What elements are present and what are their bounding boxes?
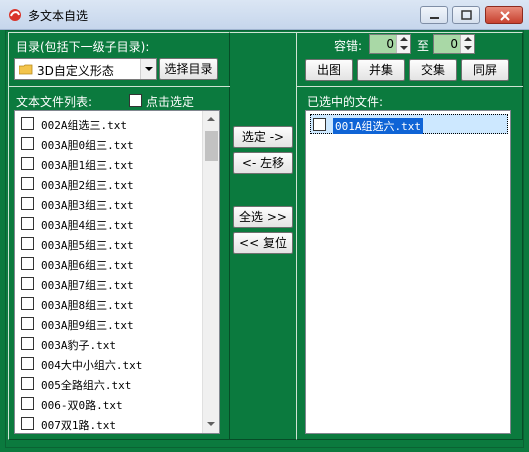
list-item-checkbox[interactable]: [21, 357, 34, 370]
directory-value: 3D自定义形态: [37, 64, 114, 78]
tolerance-to-stepper[interactable]: 0: [433, 34, 475, 54]
list-item-label: 003A胆5组三.txt: [41, 239, 134, 252]
same-screen-button[interactable]: 同屏: [461, 59, 509, 81]
list-item-label: 003A胆6组三.txt: [41, 259, 134, 272]
directory-combo[interactable]: 3D自定义形态: [14, 58, 157, 80]
maximize-icon: [461, 10, 472, 20]
selected-file-list[interactable]: 001A组选六.txt: [305, 110, 511, 434]
intersection-button[interactable]: 交集: [409, 59, 457, 81]
folder-icon: [19, 64, 33, 75]
tolerance-from-value: 0: [386, 37, 394, 51]
list-item-checkbox[interactable]: [21, 217, 34, 230]
list-item-checkbox[interactable]: [21, 277, 34, 290]
list-item[interactable]: 003A胆3组三.txt: [19, 194, 199, 214]
choose-directory-button[interactable]: 选择目录: [159, 58, 218, 80]
list-item-checkbox[interactable]: [21, 197, 34, 210]
list-item-label: 003A豹子.txt: [41, 339, 116, 352]
list-item-checkbox[interactable]: [21, 337, 34, 350]
list-item-label: 006-双0路.txt: [41, 399, 123, 412]
list-item[interactable]: 003A胆9组三.txt: [19, 314, 199, 334]
list-item[interactable]: 006-双0路.txt: [19, 394, 199, 414]
list-item-label: 003A胆9组三.txt: [41, 319, 134, 332]
minimize-icon: [430, 17, 439, 19]
window-title: 多文本自选: [28, 9, 89, 23]
title-bar: 多文本自选: [0, 0, 529, 30]
list-item-checkbox[interactable]: [21, 117, 34, 130]
reset-button[interactable]: << 复位: [233, 232, 293, 254]
union-button[interactable]: 并集: [357, 59, 405, 81]
list-item[interactable]: 003A胆5组三.txt: [19, 234, 199, 254]
list-item[interactable]: 003A胆7组三.txt: [19, 274, 199, 294]
list-item-checkbox[interactable]: [21, 257, 34, 270]
list-item[interactable]: 001A组选六.txt: [310, 114, 508, 134]
file-list-scrollbar[interactable]: [202, 111, 219, 433]
list-item-checkbox[interactable]: [21, 297, 34, 310]
list-item[interactable]: 003A胆8组三.txt: [19, 294, 199, 314]
stepper-arrows-icon[interactable]: [396, 35, 410, 53]
app-icon: [9, 9, 21, 21]
select-button[interactable]: 选定 ->: [233, 126, 293, 148]
list-item-checkbox[interactable]: [21, 397, 34, 410]
left-move-button[interactable]: <- 左移: [233, 152, 293, 174]
left-divider: [8, 86, 230, 87]
list-item-checkbox[interactable]: [21, 177, 34, 190]
list-item-label: 003A胆3组三.txt: [41, 199, 134, 212]
list-item-checkbox[interactable]: [313, 118, 326, 131]
file-list[interactable]: 002A组选三.txt 003A胆0组三.txt 003A胆1组三.txt 003A胆…: [14, 110, 220, 434]
list-item-label: 003A胆1组三.txt: [41, 159, 134, 172]
directory-label: 目录(包括下一级子目录):: [16, 40, 150, 54]
list-item[interactable]: 002A组选三.txt: [19, 114, 199, 134]
minimize-button[interactable]: [420, 6, 448, 24]
list-item[interactable]: 004大中小组六.txt: [19, 354, 199, 374]
close-icon: [500, 11, 510, 21]
list-item[interactable]: 005全路组六.txt: [19, 374, 199, 394]
list-item-checkbox[interactable]: [21, 317, 34, 330]
list-item-label: 003A胆2组三.txt: [41, 179, 134, 192]
list-item-label: 003A胆8组三.txt: [41, 299, 134, 312]
tolerance-to-value: 0: [450, 37, 458, 51]
list-item-label: 003A胆7组三.txt: [41, 279, 134, 292]
chevron-down-icon[interactable]: [140, 59, 156, 79]
scroll-thumb[interactable]: [205, 131, 218, 161]
list-item-label: 001A组选六.txt: [333, 118, 423, 134]
list-item-checkbox[interactable]: [21, 137, 34, 150]
to-label: 至: [417, 39, 430, 53]
click-select-label: 点击选定: [146, 95, 195, 109]
file-list-label: 文本文件列表:: [16, 95, 93, 109]
chart-button[interactable]: 出图: [305, 59, 353, 81]
selected-files-label: 已选中的文件:: [307, 95, 384, 109]
list-item[interactable]: 003A胆6组三.txt: [19, 254, 199, 274]
list-item[interactable]: 003A豹子.txt: [19, 334, 199, 354]
scroll-up-icon[interactable]: [203, 111, 219, 128]
list-item[interactable]: 003A胆2组三.txt: [19, 174, 199, 194]
list-item-checkbox[interactable]: [21, 377, 34, 390]
list-item[interactable]: 003A胆0组三.txt: [19, 134, 199, 154]
list-item[interactable]: 003A胆4组三.txt: [19, 214, 199, 234]
stepper-arrows-icon[interactable]: [460, 35, 474, 53]
list-item[interactable]: 003A胆1组三.txt: [19, 154, 199, 174]
list-item-label: 007双1路.txt: [41, 419, 116, 432]
list-item-label: 002A组选三.txt: [41, 119, 127, 132]
list-item-checkbox[interactable]: [21, 157, 34, 170]
list-item[interactable]: 007双1路.txt: [19, 414, 199, 433]
maximize-button[interactable]: [452, 6, 480, 24]
close-button[interactable]: [485, 6, 523, 24]
list-item-label: 003A胆0组三.txt: [41, 139, 134, 152]
list-item-label: 004大中小组六.txt: [41, 359, 143, 372]
scroll-down-icon[interactable]: [203, 416, 219, 433]
tolerance-from-stepper[interactable]: 0: [369, 34, 411, 54]
list-item-label: 005全路组六.txt: [41, 379, 132, 392]
tolerance-label: 容错:: [334, 39, 363, 53]
list-item-label: 003A胆4组三.txt: [41, 219, 134, 232]
right-divider: [296, 86, 523, 87]
list-item-checkbox[interactable]: [21, 417, 34, 430]
select-all-button[interactable]: 全选 >>: [233, 206, 293, 228]
list-item-checkbox[interactable]: [21, 237, 34, 250]
click-select-checkbox[interactable]: [129, 94, 142, 107]
